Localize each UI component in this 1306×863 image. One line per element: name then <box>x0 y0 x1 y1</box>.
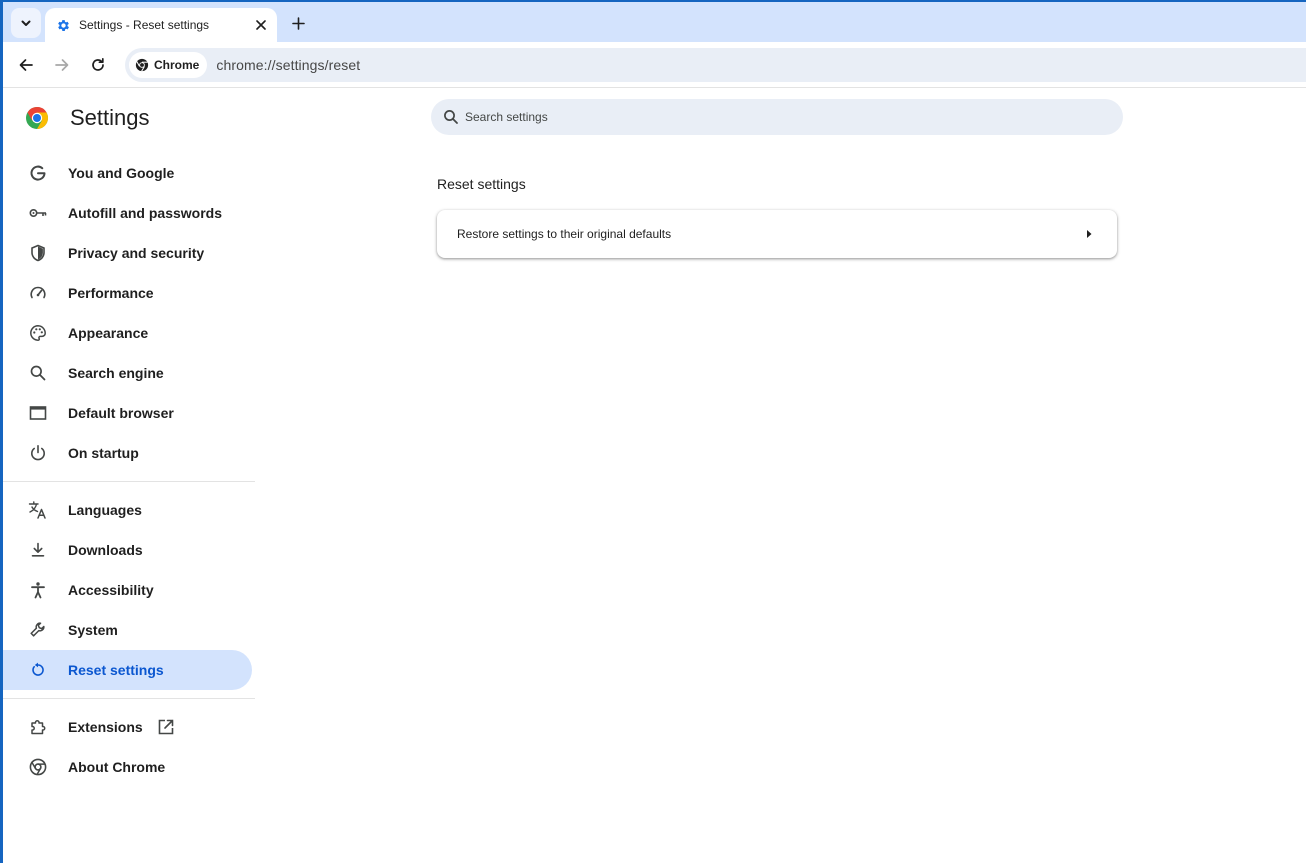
sidebar-item-accessibility[interactable]: Accessibility <box>3 570 252 610</box>
gear-icon <box>55 17 71 33</box>
sidebar-item-label: Accessibility <box>68 582 154 598</box>
sidebar-item-privacy[interactable]: Privacy and security <box>3 233 252 273</box>
address-bar[interactable]: Chrome chrome://settings/reset <box>125 48 1306 82</box>
arrow-right-icon <box>55 59 69 71</box>
sidebar-item-label: Languages <box>68 502 142 518</box>
section-title: Reset settings <box>437 176 526 192</box>
sidebar-item-label: Reset settings <box>68 662 164 678</box>
url-text: chrome://settings/reset <box>216 57 361 73</box>
tab-strip: Settings - Reset settings <box>3 2 1306 42</box>
search-icon <box>444 110 458 124</box>
back-button[interactable] <box>12 51 40 79</box>
chrome-color-logo-icon <box>26 107 48 129</box>
restore-defaults-label: Restore settings to their original defau… <box>457 227 672 241</box>
sidebar-item-performance[interactable]: Performance <box>3 273 252 313</box>
sidebar-divider <box>3 481 255 482</box>
browser-toolbar: Chrome chrome://settings/reset <box>3 42 1306 88</box>
sidebar-item-label: Privacy and security <box>68 245 205 261</box>
reset-icon <box>28 660 48 680</box>
sidebar-item-label: About Chrome <box>68 759 166 775</box>
sidebar-divider <box>3 698 255 699</box>
sidebar-item-you-and-google[interactable]: You and Google <box>3 153 252 193</box>
accessibility-icon <box>28 580 48 600</box>
sidebar-item-system[interactable]: System <box>3 610 252 650</box>
sidebar-item-label: Search engine <box>68 365 164 381</box>
tab-settings[interactable]: Settings - Reset settings <box>45 8 277 42</box>
power-icon <box>28 443 48 463</box>
reload-button[interactable] <box>84 51 112 79</box>
new-tab-button[interactable] <box>285 10 311 36</box>
speedometer-icon <box>28 283 48 303</box>
site-info-chip[interactable]: Chrome <box>129 52 208 78</box>
sidebar-item-label: Extensions <box>68 719 143 735</box>
plus-icon <box>291 16 305 30</box>
sidebar-item-reset-settings[interactable]: Reset settings <box>3 650 252 690</box>
palette-icon <box>28 323 48 343</box>
chip-label: Chrome <box>154 58 200 72</box>
arrow-right-icon <box>1079 224 1099 244</box>
search-settings-input[interactable]: Search settings <box>431 99 1123 135</box>
open-in-new-icon <box>157 718 175 736</box>
key-icon <box>28 203 48 223</box>
tab-title: Settings - Reset settings <box>79 18 210 32</box>
settings-header: Settings <box>25 105 150 131</box>
arrow-left-icon <box>19 59 33 71</box>
sidebar-item-about-chrome[interactable]: About Chrome <box>3 747 252 787</box>
browser-window-icon <box>28 403 48 423</box>
puzzle-icon <box>28 717 48 737</box>
sidebar-item-label: Appearance <box>68 325 149 341</box>
sidebar-item-label: Downloads <box>68 542 143 558</box>
shield-icon <box>28 243 48 263</box>
google-g-icon <box>28 163 48 183</box>
sidebar-item-label: Performance <box>68 285 154 301</box>
download-icon <box>28 540 48 560</box>
chrome-logo-icon <box>135 58 149 72</box>
sidebar-item-search-engine[interactable]: Search engine <box>3 353 252 393</box>
forward-button[interactable] <box>48 51 76 79</box>
reload-icon <box>92 57 104 71</box>
wrench-icon <box>28 620 48 640</box>
search-placeholder: Search settings <box>465 110 548 124</box>
chevron-down-icon <box>21 20 31 26</box>
search-icon <box>28 363 48 383</box>
sidebar-item-default-browser[interactable]: Default browser <box>3 393 252 433</box>
sidebar-item-languages[interactable]: Languages <box>3 490 252 530</box>
chrome-logo-icon <box>28 757 48 777</box>
tab-search-button[interactable] <box>11 8 41 38</box>
sidebar-item-autofill[interactable]: Autofill and passwords <box>3 193 252 233</box>
settings-sidebar: Settings You and Google Autofill and pas… <box>3 89 255 863</box>
sidebar-item-label: Default browser <box>68 405 174 421</box>
sidebar-item-label: Autofill and passwords <box>68 205 223 221</box>
restore-defaults-row[interactable]: Restore settings to their original defau… <box>437 210 1117 258</box>
translate-icon <box>28 500 48 520</box>
sidebar-item-extensions[interactable]: Extensions <box>3 707 252 747</box>
sidebar-item-label: You and Google <box>68 165 175 181</box>
close-icon[interactable] <box>251 15 271 35</box>
sidebar-item-downloads[interactable]: Downloads <box>3 530 252 570</box>
sidebar-item-label: On startup <box>68 445 139 461</box>
sidebar-item-label: System <box>68 622 118 638</box>
sidebar-item-appearance[interactable]: Appearance <box>3 313 252 353</box>
sidebar-item-on-startup[interactable]: On startup <box>3 433 252 473</box>
window-frame-left <box>0 0 3 863</box>
page-title: Settings <box>70 105 150 130</box>
window-frame-top <box>0 0 1306 2</box>
